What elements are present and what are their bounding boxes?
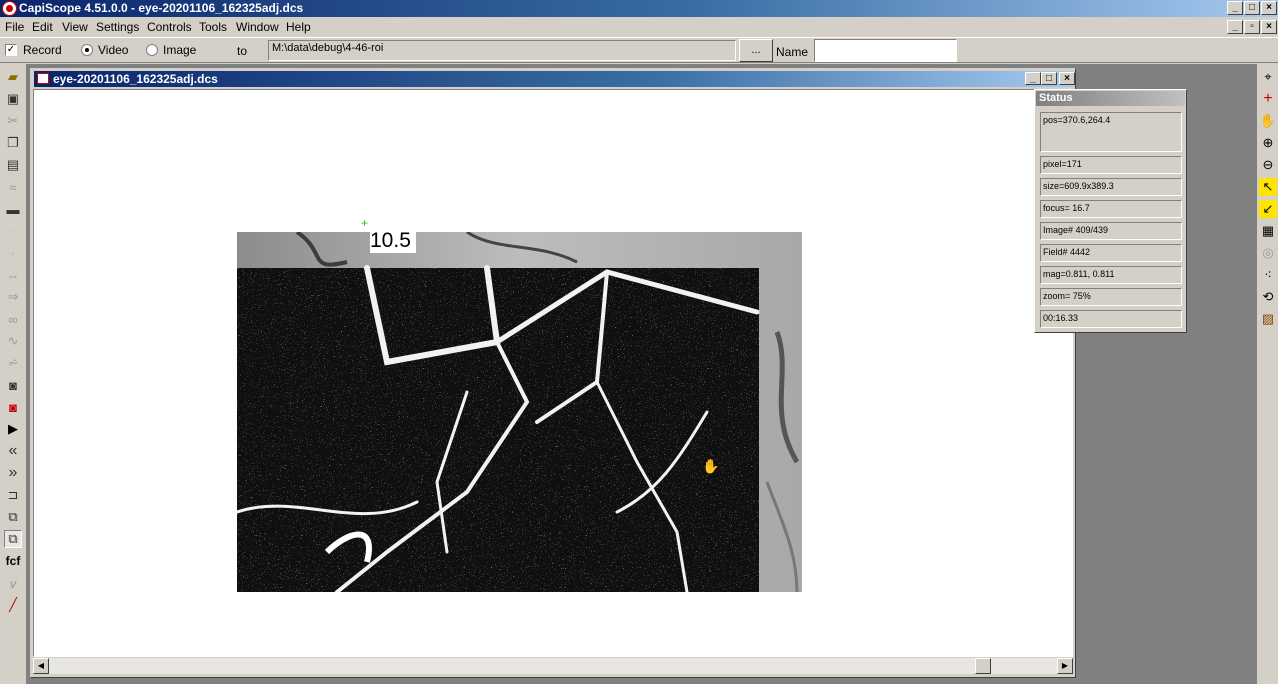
menu-view[interactable]: View — [62, 20, 88, 34]
microscope-image[interactable] — [237, 232, 802, 592]
copy-icon[interactable]: ❐ — [4, 134, 22, 152]
fast-forward-icon[interactable]: » — [4, 464, 22, 482]
grid-icon[interactable]: ▦ — [1259, 222, 1277, 240]
path-field[interactable]: M:\data\debug\4-46-roi — [268, 40, 736, 61]
status-focus: focus= 16.7 — [1040, 200, 1182, 218]
yellow-arrow-icon[interactable]: ↖ — [1259, 178, 1277, 196]
document-icon — [37, 73, 49, 84]
loop-icon[interactable]: ⊐ — [4, 486, 22, 504]
status-panel: Status pos=370.6,264.4 pixel=171 size=60… — [1034, 89, 1187, 333]
points-icon[interactable]: ⁖ — [1259, 266, 1277, 284]
name-label: Name — [776, 45, 809, 59]
wave2-icon[interactable]: ⩫ — [4, 354, 22, 372]
capiscope-app: CapiScope 4.51.0.0 - eye-20201106_162325… — [0, 0, 1278, 684]
status-pixel: pixel=171 — [1040, 156, 1182, 174]
rewind-icon[interactable]: « — [4, 442, 22, 460]
status-pos: pos=370.6,264.4 — [1040, 112, 1182, 152]
cut-icon[interactable]: ✂ — [4, 112, 22, 130]
mdi-minimize-button[interactable]: _ — [1227, 20, 1243, 34]
title-bar: CapiScope 4.51.0.0 - eye-20201106_162325… — [0, 0, 1278, 17]
draw-icon[interactable]: ≈ — [4, 178, 22, 196]
crosshair-icon[interactable]: ⌖ — [1259, 68, 1277, 86]
image-canvas[interactable]: + 10.5 ✋ — [33, 89, 1073, 657]
camera-icon[interactable]: ◙ — [4, 376, 22, 394]
scroll-right-button[interactable]: ▶ — [1057, 658, 1073, 674]
play-icon[interactable]: ▶ — [4, 420, 22, 438]
doc-minimize-button[interactable]: _ — [1025, 72, 1041, 85]
doc-close-button[interactable]: × — [1059, 72, 1075, 85]
green-crosshair-marker: + — [361, 216, 369, 230]
close-button[interactable]: × — [1261, 1, 1277, 15]
glasses-icon[interactable]: ∞ — [4, 310, 22, 328]
wave-icon[interactable]: ∿ — [4, 332, 22, 350]
right-toolbar: ⌖ + ✋ ⊕ ⊖ ↖ ↙ ▦ ◎ ⁖ ⟲ ▨ — [1256, 64, 1278, 684]
document-title: eye-20201106_162325adj.dcs — [53, 72, 218, 86]
status-zoom: zoom= 75% — [1040, 288, 1182, 306]
fcf-icon[interactable]: fcf — [4, 552, 22, 570]
status-image: Image# 409/439 — [1040, 222, 1182, 240]
to-label: to — [237, 44, 248, 58]
maximize-button[interactable]: □ — [1244, 1, 1260, 15]
video-label: Video — [98, 43, 129, 57]
menu-settings[interactable]: Settings — [96, 20, 139, 34]
image-label: Image — [163, 43, 197, 57]
layers2-icon[interactable]: ⧉ — [4, 530, 22, 548]
red-crosshair-icon[interactable]: + — [1259, 90, 1277, 108]
move-icon[interactable]: ⇔ — [4, 266, 22, 284]
status-field: Field# 4442 — [1040, 244, 1182, 262]
hand-icon[interactable]: ✋ — [1259, 112, 1277, 130]
horizontal-scrollbar[interactable]: ◀ ▶ — [33, 658, 1073, 674]
save-icon[interactable]: ▣ — [4, 90, 22, 108]
scroll-thumb[interactable] — [975, 658, 991, 674]
menu-file[interactable]: File — [5, 20, 24, 34]
menu-window[interactable]: Window — [236, 20, 279, 34]
mdi-close-button[interactable]: × — [1261, 20, 1277, 34]
option-bar: ✓ Record Video Image to M:\data\debug\4-… — [0, 37, 1278, 63]
name-input[interactable] — [814, 39, 957, 62]
document-title-bar: eye-20201106_162325adj.dcs _ □ × — [34, 71, 1075, 87]
dot-icon[interactable]: · — [4, 222, 22, 240]
layers-icon[interactable]: ⧉ — [4, 508, 22, 526]
record-label: Record — [23, 43, 62, 57]
paste-icon[interactable]: ▤ — [4, 156, 22, 174]
microscope-image-graphic — [237, 232, 802, 592]
target-icon[interactable]: ◎ — [1259, 244, 1277, 262]
line-tool-icon[interactable]: ╱ — [4, 596, 22, 614]
video-radio[interactable] — [81, 44, 93, 56]
zoom-in-icon[interactable]: ⊕ — [1259, 134, 1277, 152]
line-icon[interactable]: ▬ — [4, 200, 22, 218]
browse-button[interactable]: ... — [739, 39, 773, 62]
left-toolbar: ▰ ▣ ✂ ❐ ▤ ≈ ▬ · - ⇔ ⇒ ∞ ∿ ⩫ ◙ ◙ ▶ « » ⊐ … — [0, 64, 26, 620]
status-size: size=609.9x389.3 — [1040, 178, 1182, 196]
menu-tools[interactable]: Tools — [199, 20, 227, 34]
measure-label: 10.5 — [370, 229, 416, 253]
yellow-arrow2-icon[interactable]: ↙ — [1259, 200, 1277, 218]
menu-bar: File Edit View Settings Controls Tools W… — [0, 17, 1278, 37]
status-title: Status — [1036, 91, 1185, 106]
image-edit-icon[interactable]: ▨ — [1259, 310, 1277, 328]
menu-controls[interactable]: Controls — [147, 20, 192, 34]
capiscope-logo-icon — [2, 1, 17, 16]
hand-cursor-icon: ✋ — [702, 458, 720, 474]
minimize-button[interactable]: _ — [1227, 1, 1243, 15]
rotate-icon[interactable]: ⟲ — [1259, 288, 1277, 306]
document-window: eye-20201106_162325adj.dcs _ □ × + 10.5 … — [30, 68, 1076, 678]
status-time: 00:16.33 — [1040, 310, 1182, 328]
doc-maximize-button[interactable]: □ — [1041, 72, 1057, 85]
red-camera-icon[interactable]: ◙ — [4, 398, 22, 416]
menu-edit[interactable]: Edit — [32, 20, 53, 34]
menu-help[interactable]: Help — [286, 20, 311, 34]
record-checkbox[interactable]: ✓ — [5, 44, 17, 56]
move2-icon[interactable]: ⇒ — [4, 288, 22, 306]
small-dot-icon[interactable]: - — [4, 244, 22, 262]
status-mag: mag=0.811, 0.811 — [1040, 266, 1182, 284]
mdi-restore-button[interactable]: ▫ — [1244, 20, 1260, 34]
open-icon[interactable]: ▰ — [4, 68, 22, 86]
v-icon[interactable]: v — [4, 574, 22, 592]
image-radio[interactable] — [146, 44, 158, 56]
scroll-left-button[interactable]: ◀ — [33, 658, 49, 674]
window-title: CapiScope 4.51.0.0 - eye-20201106_162325… — [19, 1, 304, 15]
zoom-out-icon[interactable]: ⊖ — [1259, 156, 1277, 174]
